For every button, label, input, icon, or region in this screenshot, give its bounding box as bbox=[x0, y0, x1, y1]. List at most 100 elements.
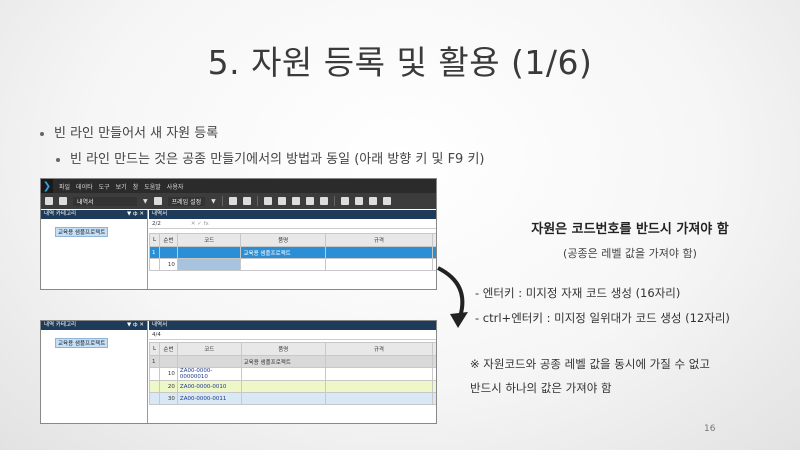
view-select[interactable]: 내역서 bbox=[73, 196, 137, 206]
menu-tools[interactable]: 도구 bbox=[99, 182, 110, 191]
cell-l[interactable]: 1 bbox=[149, 246, 160, 259]
table-row[interactable]: 30 ZA00-0000-0011 bbox=[149, 392, 436, 405]
col-spec[interactable]: 규격 bbox=[324, 342, 433, 356]
cell-seq[interactable]: 20 bbox=[158, 380, 178, 393]
page-indicator-text: 2/2 bbox=[152, 220, 161, 227]
layout-icon[interactable] bbox=[153, 197, 162, 205]
col-extra bbox=[431, 233, 436, 247]
bill-grid: L 순번 코드 품명 규격 1 교육용 샘플프로젝트 10 bbox=[149, 233, 436, 271]
col-name[interactable]: 품명 bbox=[240, 342, 326, 356]
menu-data[interactable]: 데이타 bbox=[76, 182, 93, 191]
cell-spec[interactable] bbox=[324, 380, 433, 393]
page-indicator-text: 4/4 bbox=[152, 331, 161, 338]
grid-icon[interactable] bbox=[45, 197, 53, 205]
tree-item-project[interactable]: 교육용 샘플프로젝트 bbox=[55, 227, 109, 237]
cell-extra bbox=[431, 246, 436, 259]
cell-name[interactable] bbox=[240, 258, 326, 271]
cell-seq[interactable]: 30 bbox=[158, 392, 178, 405]
folder-icon[interactable] bbox=[228, 197, 237, 205]
bullet-dot-icon bbox=[56, 157, 60, 162]
grid-header: L 순번 코드 품명 규격 bbox=[149, 233, 436, 247]
chevron-down-icon[interactable]: ▼ bbox=[211, 198, 216, 205]
open-icon[interactable] bbox=[242, 197, 251, 205]
cell-code[interactable] bbox=[176, 258, 242, 271]
cell-seq[interactable] bbox=[158, 246, 178, 259]
cell-code[interactable]: ZA00-0000-00000010 bbox=[176, 367, 242, 381]
cell-seq[interactable]: 10 bbox=[158, 367, 178, 381]
tree-icon[interactable] bbox=[59, 197, 67, 205]
cell-l[interactable] bbox=[149, 392, 160, 405]
cell-name[interactable] bbox=[240, 392, 326, 405]
slide-title: 5. 자원 등록 및 활용 (1/6) bbox=[207, 43, 593, 82]
calc-3-icon[interactable] bbox=[368, 197, 377, 205]
cell-name[interactable]: 교육용 샘플프로젝트 bbox=[240, 246, 326, 259]
bullet-2-text: 빈 라인 만드는 것은 공종 만들기에서의 방법과 동일 (아래 방향 키 및 … bbox=[70, 152, 485, 167]
col-code[interactable]: 코드 bbox=[176, 342, 242, 356]
col-seq[interactable]: 순번 bbox=[158, 233, 178, 247]
cell-l[interactable] bbox=[149, 380, 160, 393]
bill-grid-2: L 순번 코드 품명 규격 1 교육용 샘플프로젝트 10 ZA00-0000-… bbox=[149, 342, 436, 405]
cell-spec[interactable] bbox=[324, 246, 433, 259]
menu-view[interactable]: 보기 bbox=[116, 182, 127, 191]
cell-seq[interactable]: 10 bbox=[158, 258, 178, 271]
col-l[interactable]: L bbox=[149, 233, 160, 247]
cell-spec[interactable] bbox=[324, 367, 433, 381]
calc-4-icon[interactable] bbox=[382, 197, 391, 205]
app-screenshot-1: ❯ 파일 데이타 도구 보기 창 도움말 사용자 내역서 ▼ 프레임 설정 ▼ … bbox=[40, 178, 437, 290]
truck-icon[interactable] bbox=[263, 197, 272, 205]
cell-code[interactable] bbox=[176, 246, 242, 259]
col-spec[interactable]: 규격 bbox=[324, 233, 433, 247]
category-panel-header: 내역 카테고리 ▼ ф ✕ bbox=[41, 321, 147, 330]
cell-code[interactable]: ZA00-0000-0010 bbox=[176, 380, 242, 393]
col-seq[interactable]: 순번 bbox=[158, 342, 178, 356]
menu-file[interactable]: 파일 bbox=[59, 182, 70, 191]
cell-extra bbox=[431, 367, 436, 381]
cell-l[interactable] bbox=[149, 367, 160, 381]
rule-item-ctrl-enter: - ctrl+엔터키 : 미지정 일위대가 코드 생성 (12자리) bbox=[475, 311, 730, 325]
bill-panel-2: 내역서 4/4 L 순번 코드 품명 규격 1 교육용 샘플프로젝트 10 ZA… bbox=[149, 321, 436, 423]
page-indicator: 4/4 bbox=[149, 330, 436, 340]
table-row[interactable]: 10 ZA00-0000-00000010 bbox=[149, 367, 436, 381]
bullet-1: 빈 라인 만들어서 새 자원 등록 bbox=[40, 122, 218, 141]
panel-pin-icon[interactable]: ▼ ф ✕ bbox=[127, 321, 144, 330]
tree-item-project[interactable]: 교육용 샘플프로젝트 bbox=[55, 338, 109, 348]
table-row[interactable]: 10 bbox=[149, 258, 436, 271]
menu-help[interactable]: 도움말 bbox=[144, 182, 161, 191]
cell-seq[interactable] bbox=[158, 355, 178, 368]
table-row[interactable]: 1 교육용 샘플프로젝트 bbox=[149, 355, 436, 368]
cell-name[interactable] bbox=[240, 380, 326, 393]
cell-code[interactable]: ZA00-0000-0011 bbox=[176, 392, 242, 405]
rule-item-enter: - 엔터키 : 미지정 자재 코드 생성 (16자리) bbox=[475, 286, 681, 300]
edit-icons[interactable]: ✕ ✓ fx bbox=[191, 221, 209, 227]
col-name[interactable]: 품명 bbox=[240, 233, 326, 247]
table-icon[interactable] bbox=[277, 197, 286, 205]
cell-code[interactable] bbox=[176, 355, 242, 368]
toolbar-divider bbox=[333, 196, 335, 206]
cell-l[interactable] bbox=[149, 258, 160, 271]
cell-extra bbox=[431, 355, 436, 368]
col-code[interactable]: 코드 bbox=[176, 233, 242, 247]
cell-name[interactable] bbox=[240, 367, 326, 381]
menu-user[interactable]: 사용자 bbox=[167, 182, 184, 191]
table-row[interactable]: 20 ZA00-0000-0010 bbox=[149, 380, 436, 393]
col-l[interactable]: L bbox=[149, 342, 160, 356]
calc-2-icon[interactable] bbox=[354, 197, 363, 205]
menu-window[interactable]: 창 bbox=[133, 182, 139, 191]
chevron-down-icon[interactable]: ▼ bbox=[143, 198, 148, 205]
cell-spec[interactable] bbox=[324, 392, 433, 405]
app-screenshot-2: 내역 카테고리 ▼ ф ✕ 교육용 샘플프로젝트 내역서 4/4 L 순번 코드 … bbox=[40, 320, 437, 424]
print-icon[interactable] bbox=[291, 197, 300, 205]
category-panel-title: 내역 카테고리 bbox=[44, 211, 77, 217]
cell-name[interactable]: 교육용 샘플프로젝트 bbox=[240, 355, 326, 368]
frame-select[interactable]: 프레임 설정 bbox=[167, 196, 206, 206]
table-row[interactable]: 1 교육용 샘플프로젝트 bbox=[149, 246, 436, 259]
cell-l[interactable]: 1 bbox=[149, 355, 160, 368]
calc-icon[interactable] bbox=[340, 197, 349, 205]
cell-spec[interactable] bbox=[324, 355, 433, 368]
panel-pin-icon[interactable]: ▼ ф ✕ bbox=[127, 210, 144, 219]
app-logo-icon: ❯ bbox=[41, 179, 53, 193]
cell-spec[interactable] bbox=[324, 258, 433, 271]
document-icon[interactable] bbox=[305, 197, 314, 205]
preview-icon[interactable] bbox=[319, 197, 328, 205]
bullet-dot-icon bbox=[40, 131, 44, 136]
